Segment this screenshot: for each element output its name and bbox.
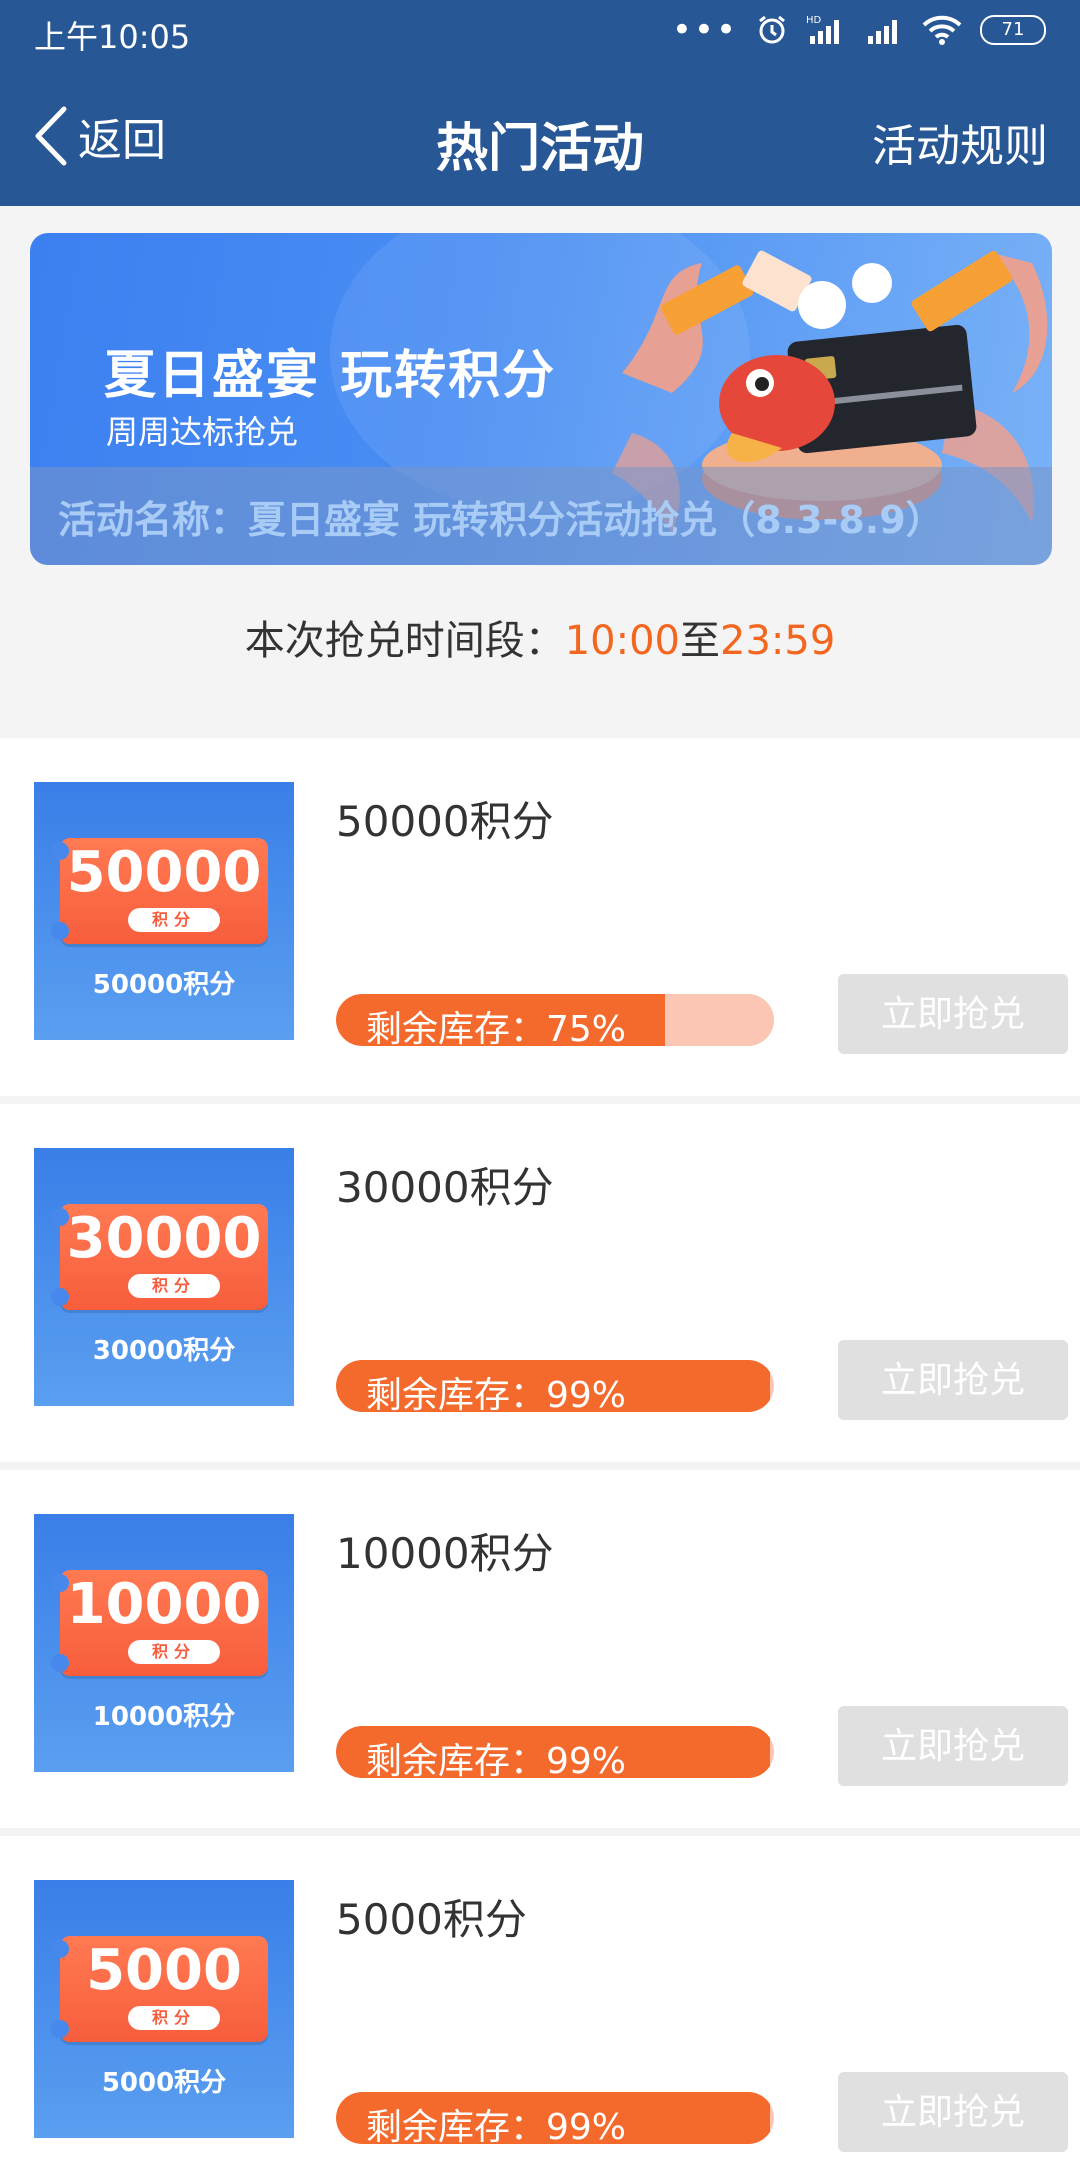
points-ticket: 30000 积分 <box>51 1204 268 1310</box>
item-title: 50000积分 <box>336 797 554 846</box>
status-time: 上午10:05 <box>34 18 191 56</box>
stock-label: 剩余库存：99% <box>366 1375 627 1412</box>
item-title: 10000积分 <box>336 1529 554 1578</box>
stock-progress-bar: 剩余库存：99% <box>336 1360 774 1412</box>
ticket-value: 30000 <box>66 1206 262 1271</box>
ticket-unit: 积分 <box>128 908 220 932</box>
ticket-unit: 积分 <box>128 2006 220 2030</box>
image-caption: 30000积分 <box>92 1336 236 1366</box>
stock-progress-bar: 剩余库存：75% <box>336 994 774 1046</box>
points-ticket: 5000 积分 <box>51 1936 268 2042</box>
activity-banner[interactable]: 夏日盛宴 玩转积分 周周达标抢兑 活动名称：夏日盛宴 玩转积分活动抢兑（8.3-… <box>30 233 1052 565</box>
list-item: 5000 积分 5000积分 5000积分 剩余库存：99% 立即抢兑 <box>0 1836 1080 2160</box>
stock-progress-bar: 剩余库存：99% <box>336 1726 774 1778</box>
status-icons: ••• HD 71 <box>671 10 1046 50</box>
stock-label: 剩余库存：99% <box>366 2107 627 2144</box>
redeem-time-segment: 本次抢兑时间段：10:00至23:59 <box>0 608 1080 666</box>
image-caption: 10000积分 <box>92 1702 236 1732</box>
activity-rules-link[interactable]: 活动规则 <box>872 110 1048 174</box>
list-item: 30000 积分 30000积分 30000积分 剩余库存：99% 立即抢兑 <box>0 1104 1080 1462</box>
points-ticket: 10000 积分 <box>51 1570 268 1676</box>
image-caption: 50000积分 <box>92 970 236 1000</box>
battery-icon: 71 <box>980 15 1046 45</box>
wifi-icon <box>922 15 962 45</box>
stock-progress-bar: 剩余库存：99% <box>336 2092 774 2144</box>
ticket-value: 10000 <box>66 1572 262 1637</box>
list-item: 50000 积分 50000积分 50000积分 剩余库存：75% 立即抢兑 <box>0 738 1080 1096</box>
ticket-unit: 积分 <box>128 1274 220 1298</box>
nav-bar: 返回 热门活动 活动规则 <box>0 66 1080 206</box>
redeem-button[interactable]: 立即抢兑 <box>838 1706 1068 1786</box>
banner-name-bar: 活动名称：夏日盛宴 玩转积分活动抢兑（8.3-8.9） <box>30 467 1052 565</box>
points-image: 50000 积分 50000积分 <box>34 782 294 1040</box>
ticket-unit: 积分 <box>128 1640 220 1664</box>
alarm-icon <box>759 15 785 44</box>
ticket-value: 50000 <box>66 840 262 905</box>
activity-name: 活动名称：夏日盛宴 玩转积分活动抢兑（8.3-8.9） <box>58 498 944 542</box>
stock-label: 剩余库存：99% <box>366 1741 627 1778</box>
image-caption: 5000积分 <box>101 2068 227 2098</box>
banner-title: 夏日盛宴 玩转积分 <box>104 346 557 406</box>
signal-icon <box>868 20 897 44</box>
stock-label: 剩余库存：75% <box>366 1009 627 1046</box>
banner-subtitle: 周周达标抢兑 <box>106 413 299 451</box>
redeem-button[interactable]: 立即抢兑 <box>838 974 1068 1054</box>
hd-signal-icon: HD <box>806 15 839 44</box>
more-dots-icon: ••• <box>671 10 738 50</box>
status-bar: 上午10:05 ••• HD 71 <box>0 0 1080 66</box>
time-separator: 至 <box>680 618 720 664</box>
points-image: 10000 积分 10000积分 <box>34 1514 294 1772</box>
time-start: 10:00 <box>564 618 680 664</box>
ticket-value: 5000 <box>86 1938 242 2003</box>
redeem-button[interactable]: 立即抢兑 <box>838 2072 1068 2152</box>
time-end: 23:59 <box>720 618 836 664</box>
points-ticket: 50000 积分 <box>51 838 268 944</box>
item-title: 5000积分 <box>336 1895 527 1944</box>
svg-text:HD: HD <box>806 15 822 26</box>
time-segment-label: 本次抢兑时间段： <box>244 618 565 664</box>
points-image: 30000 积分 30000积分 <box>34 1148 294 1406</box>
list-item: 10000 积分 10000积分 10000积分 剩余库存：99% 立即抢兑 <box>0 1470 1080 1828</box>
redeem-button[interactable]: 立即抢兑 <box>838 1340 1068 1420</box>
item-title: 30000积分 <box>336 1163 554 1212</box>
points-image: 5000 积分 5000积分 <box>34 1880 294 2138</box>
